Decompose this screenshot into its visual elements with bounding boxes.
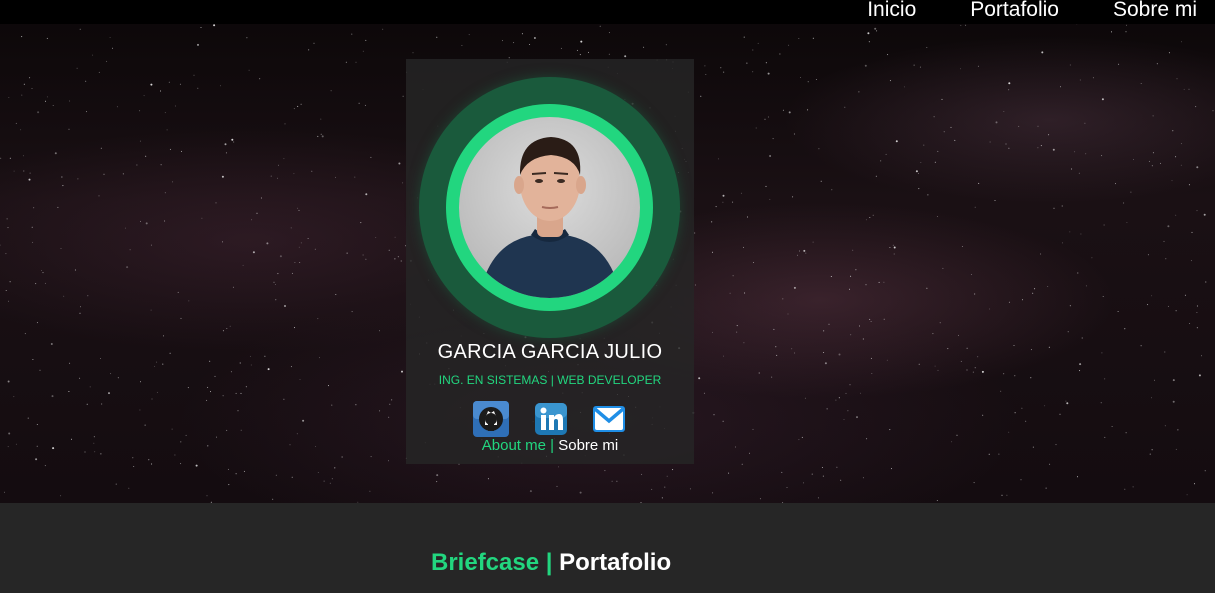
profile-name: GARCIA GARCIA JULIO: [437, 341, 663, 363]
mail-icon[interactable]: [591, 401, 627, 437]
profile-card: GARCIA GARCIA JULIO ING. EN SISTEMAS | W…: [406, 59, 694, 464]
about-separator: |: [550, 437, 555, 454]
navbar: Inicio Portafolio Sobre mi: [0, 0, 1215, 24]
github-icon[interactable]: [473, 401, 509, 437]
avatar-ring-inner: [446, 104, 653, 311]
avatar-ring: [419, 77, 680, 338]
section-title-separator: |: [545, 549, 553, 576]
footer-section: Briefcase | Portafolio: [0, 503, 1215, 593]
nav-portafolio[interactable]: Portafolio: [970, 0, 1059, 22]
profile-subtitle: ING. EN SISTEMAS | WEB DEVELOPER: [438, 373, 662, 387]
nav-sobre-mi[interactable]: Sobre mi: [1113, 0, 1197, 22]
nav-links: Inicio Portafolio Sobre mi: [867, 0, 1197, 22]
sobre-mi-link[interactable]: Sobre mi: [558, 437, 618, 454]
linkedin-icon[interactable]: [533, 401, 569, 437]
section-title-en: Briefcase: [431, 549, 540, 576]
avatar-photo: [459, 117, 640, 298]
nav-inicio[interactable]: Inicio: [867, 0, 916, 22]
about-me-link[interactable]: About me: [482, 437, 546, 454]
section-title: Briefcase | Portafolio: [431, 549, 671, 577]
social-links: [473, 401, 627, 437]
about-link: About me | Sobre mi: [406, 437, 694, 454]
section-title-es: Portafolio: [559, 549, 672, 576]
